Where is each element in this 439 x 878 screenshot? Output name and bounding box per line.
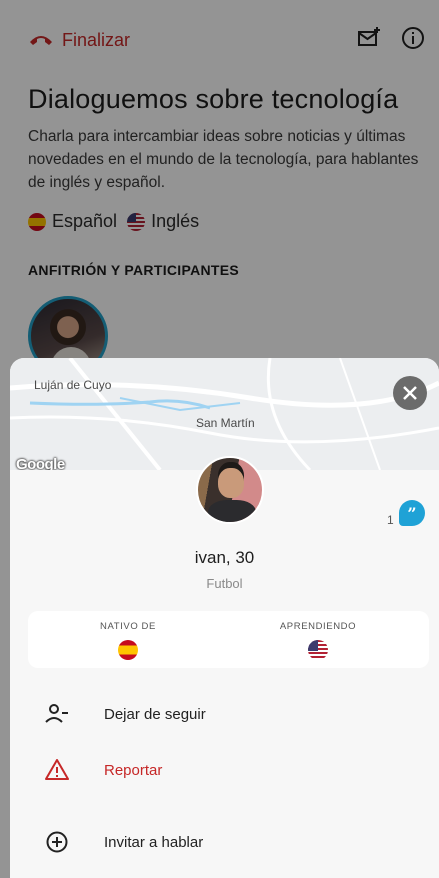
map-label: San Martín [196, 416, 255, 430]
message-count: 1 [387, 513, 394, 527]
warning-triangle-icon [44, 757, 70, 783]
profile-sheet: Luján de Cuyo San Martín Google 1 ” ivan… [10, 358, 439, 878]
location-map: Luján de Cuyo San Martín Google [10, 358, 439, 470]
learning-label: APRENDIENDO [279, 621, 357, 632]
invite-to-speak-label: Invitar a hablar [104, 833, 204, 851]
learning-language: APRENDIENDO [218, 621, 418, 665]
map-roads [10, 358, 439, 470]
usa-flag-icon [308, 640, 328, 660]
user-avatar[interactable] [196, 456, 264, 524]
spain-flag-icon [118, 640, 138, 660]
invite-to-speak-button[interactable]: Invitar a hablar [44, 827, 404, 857]
google-logo: Google [16, 456, 65, 470]
unfollow-user-icon [44, 701, 70, 727]
report-button[interactable]: Reportar [44, 755, 404, 785]
report-label: Reportar [104, 761, 163, 779]
language-card: NATIVO DE APRENDIENDO [28, 611, 429, 668]
quote-icon[interactable]: ” [399, 500, 425, 526]
close-icon [403, 386, 417, 400]
close-button[interactable] [393, 376, 427, 410]
user-name: ivan, 30 [194, 548, 255, 567]
native-label: NATIVO DE [100, 621, 156, 632]
user-interest: Futbol [206, 576, 243, 591]
map-label: Luján de Cuyo [34, 378, 112, 392]
add-circle-icon [44, 829, 70, 855]
unfollow-button[interactable]: Dejar de seguir [44, 699, 404, 729]
native-language: NATIVO DE [28, 621, 228, 665]
unfollow-label: Dejar de seguir [104, 705, 206, 723]
